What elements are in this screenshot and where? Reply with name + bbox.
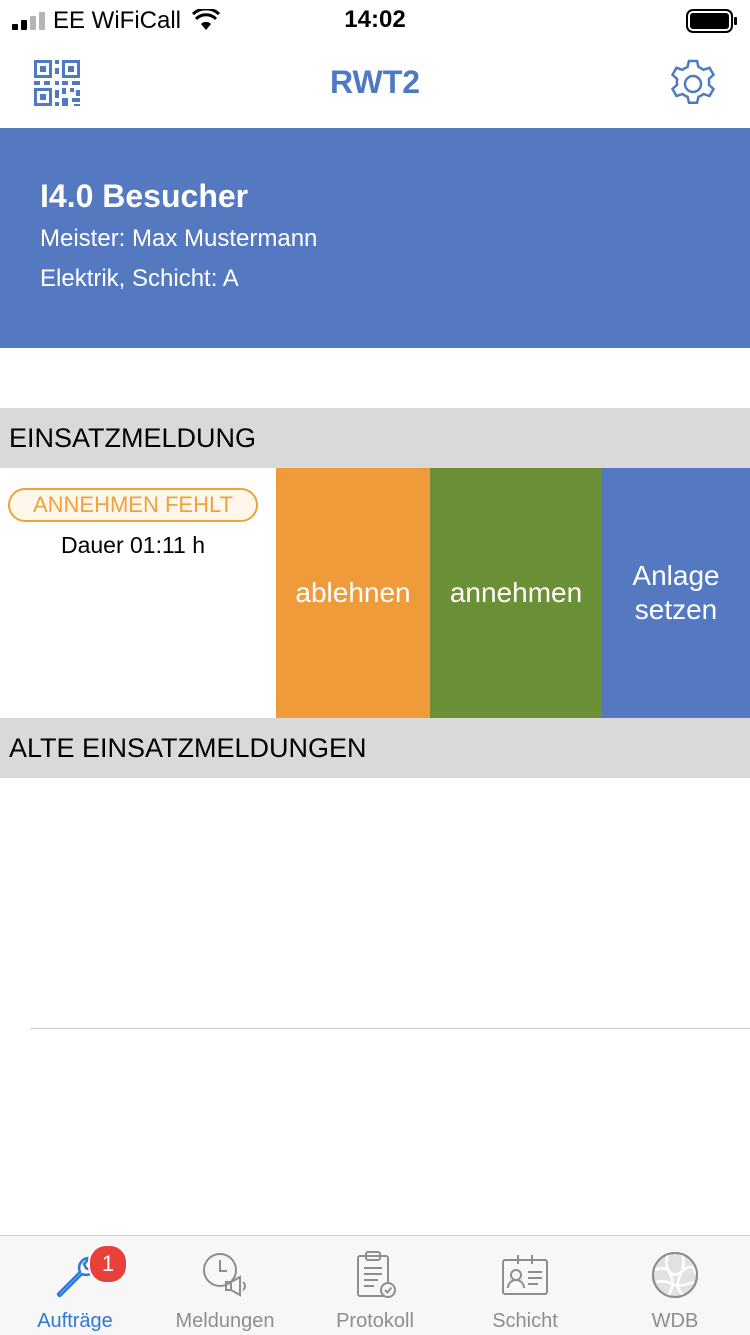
status-badge: ANNEHMEN FEHLT [8,488,258,522]
tab-bar: 1 Aufträge Meldungen Protokoll Schicht W… [0,1235,750,1335]
user-meister: Meister: Max Mustermann [40,225,318,252]
battery-icon [686,9,737,33]
tab-auftraege[interactable]: 1 Aufträge [0,1236,150,1335]
gear-icon[interactable] [667,58,719,110]
set-plant-button-label: Anlage setzen [632,560,720,625]
accept-button-label: annehmen [449,577,583,608]
task-row[interactable]: ANNEHMEN FEHLT Dauer 01:11 h ablehnen an… [0,468,750,718]
tab-wdb[interactable]: WDB [600,1236,750,1335]
set-plant-button[interactable]: Anlage setzen [602,468,750,718]
navigation-bar: RWT2 [0,40,750,128]
tab-meldungen[interactable]: Meldungen [150,1236,300,1335]
tab-label: Aufträge [37,1310,113,1332]
section-title: EINSATZMELDUNG [9,423,257,453]
clock-megaphone-icon [203,1253,246,1297]
tab-label: WDB [651,1310,699,1332]
reject-button-label: ablehnen [295,577,411,608]
section-title: ALTE EINSATZMELDUNGEN [9,733,367,763]
list-divider [30,1028,750,1029]
reject-button[interactable]: ablehnen [276,468,430,718]
tab-label: Schicht [492,1310,558,1332]
tab-protokoll[interactable]: Protokoll [300,1236,450,1335]
task-duration: Dauer 01:11 h [60,532,206,558]
user-info-card: I4.0 Besucher Meister: Max Mustermann El… [0,128,750,348]
user-department-shift: Elektrik, Schicht: A [40,265,239,292]
section-header-old: ALTE EINSATZMELDUNGEN [0,718,750,778]
accept-button[interactable]: annehmen [430,468,602,718]
status-bar: EE WiFiCall 14:02 [0,0,750,40]
tab-schicht[interactable]: Schicht [450,1236,600,1335]
user-name: I4.0 Besucher [40,178,249,214]
tab-label: Protokoll [336,1310,414,1332]
clipboard-icon [357,1251,396,1298]
puzzle-globe-icon [652,1252,698,1298]
id-badge-icon [502,1255,548,1295]
notification-badge: 1 [88,1244,128,1284]
clock: 14:02 [344,6,406,33]
app-title: RWT2 [329,64,421,100]
tab-label: Meldungen [175,1310,275,1332]
section-header-current: EINSATZMELDUNG [0,408,750,468]
